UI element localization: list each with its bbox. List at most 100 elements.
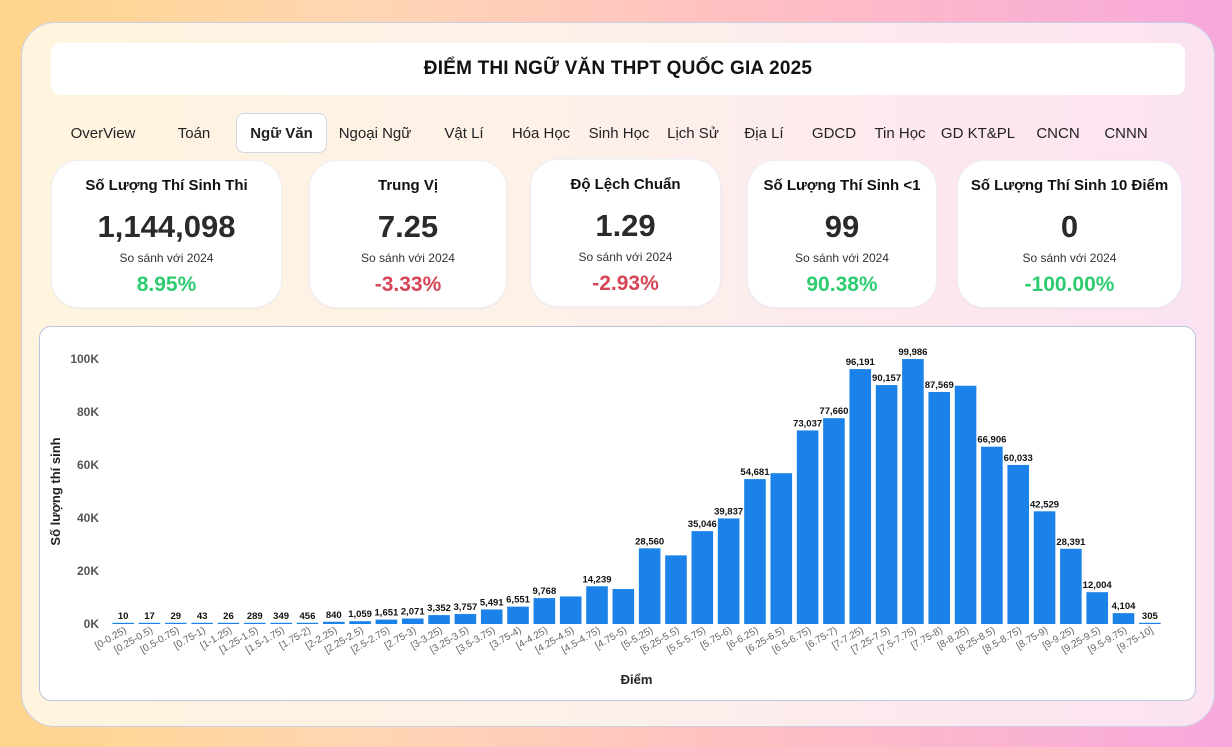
bar — [559, 596, 582, 624]
bar-data-label: 29 — [171, 611, 182, 622]
tab-toan[interactable]: Toán — [165, 113, 223, 153]
bar — [586, 586, 608, 624]
tab-cncn[interactable]: CNCN — [1030, 113, 1086, 153]
tab-ngu-van[interactable]: Ngữ Văn — [236, 113, 327, 153]
bar-data-label: 35,046 — [688, 519, 717, 530]
bar — [1007, 464, 1030, 624]
bar — [823, 418, 845, 624]
bar — [875, 385, 898, 624]
y-tick-label: 40K — [77, 511, 99, 525]
tab-dia-li[interactable]: Địa Lí — [732, 113, 796, 153]
bar — [454, 614, 477, 624]
kpi-card-below-one: Số Lượng Thí Sinh <1 99 So sánh với 2024… — [747, 160, 937, 308]
tab-ngoai-ngu[interactable]: Ngoại Ngữ — [335, 113, 415, 153]
bar — [112, 622, 134, 624]
tab-cnnn[interactable]: CNNN — [1097, 113, 1155, 153]
tab-lich-su[interactable]: Lịch Sử — [662, 113, 724, 153]
kpi-card-ten-points: Số Lượng Thí Sinh 10 Điểm 0 So sánh với … — [957, 160, 1182, 308]
tab-overview[interactable]: OverView — [62, 113, 144, 153]
kpi-compare-label: So sánh với 2024 — [578, 250, 673, 264]
tab-gdcd[interactable]: GDCD — [804, 113, 864, 153]
bar — [612, 589, 635, 624]
bar — [744, 479, 766, 624]
bar-data-label: 12,004 — [1083, 580, 1113, 591]
kpi-value: 0 — [1060, 209, 1079, 244]
bar-data-label: 96,191 — [846, 357, 876, 368]
bar-data-label: 87,569 — [925, 380, 954, 391]
bar — [401, 618, 424, 624]
y-tick-label: 60K — [77, 458, 99, 472]
bar-data-label: 90,157 — [872, 373, 901, 384]
bar — [1086, 592, 1108, 624]
bar — [665, 555, 687, 624]
tab-sinh-hoc[interactable]: Sinh Học — [584, 113, 654, 153]
bar-data-label: 77,660 — [819, 406, 848, 417]
kpi-delta: 8.95% — [136, 273, 197, 296]
kpi-value: 7.25 — [377, 209, 439, 244]
bar-data-label: 28,560 — [635, 536, 664, 547]
bar — [928, 391, 951, 624]
tab-gd-kt-pl[interactable]: GD KT&PL — [936, 113, 1020, 153]
bar-data-label: 43 — [197, 611, 208, 622]
kpi-title: Số Lượng Thí Sinh Thi — [85, 177, 248, 194]
bar-data-label: 305 — [1142, 611, 1159, 622]
score-distribution-chart: 0K20K40K60K80K100KSố lượng thí sinh10[0-… — [48, 347, 1161, 687]
bar-data-label: 1,651 — [375, 608, 399, 619]
bar — [849, 369, 872, 624]
y-tick-label: 20K — [77, 564, 99, 578]
tab-tin-hoc[interactable]: Tin Học — [870, 113, 930, 153]
bar-data-label: 289 — [247, 611, 263, 622]
bar — [717, 518, 740, 624]
bar — [981, 446, 1003, 624]
bar — [954, 385, 977, 624]
bar-data-label: 66,906 — [977, 435, 1006, 446]
bar-data-label: 28,391 — [1056, 537, 1086, 548]
bar-data-label: 5,491 — [480, 597, 504, 608]
subject-tabs: OverView Toán Ngữ Văn Ngoại Ngữ Vật Lí H… — [52, 113, 1192, 153]
bar-data-label: 840 — [326, 610, 342, 621]
bar-data-label: 4,104 — [1112, 601, 1136, 612]
score-distribution-card: 0K 20K 40K 60K 80K 100K Số lượng thí sinh 10 [0-… — [39, 326, 1196, 701]
bar-data-label: 73,037 — [793, 418, 822, 429]
bar-data-label: 6,551 — [506, 595, 530, 606]
bar — [296, 622, 319, 624]
y-tick-label: 80K — [77, 405, 99, 419]
bar — [165, 622, 187, 624]
bar-data-label: 3,352 — [427, 603, 451, 614]
kpi-compare-label: So sánh với 2024 — [119, 251, 214, 265]
x-axis-title: Điểm — [621, 672, 653, 687]
kpi-card-stddev: Độ Lệch Chuẩn 1.29 So sánh với 2024 -2.9… — [530, 159, 721, 307]
kpi-compare-label: So sánh với 2024 — [1022, 251, 1117, 265]
kpi-value: 1,144,098 — [97, 209, 236, 244]
kpi-title: Độ Lệch Chuẩn — [570, 176, 681, 193]
bar — [796, 430, 819, 624]
kpi-compare-label: So sánh với 2024 — [795, 251, 889, 265]
bar-data-label: 60,033 — [1004, 453, 1033, 464]
bar-data-label: 39,837 — [714, 506, 743, 517]
tab-vat-li[interactable]: Vật Lí — [432, 113, 496, 153]
kpi-delta: -3.33% — [374, 273, 442, 296]
bar-data-label: 14,239 — [582, 574, 611, 585]
bar — [507, 606, 529, 624]
y-tick-label: 0K — [84, 617, 100, 631]
bar — [217, 622, 240, 624]
bar — [480, 609, 503, 624]
tab-hoa-hoc[interactable]: Hóa Học — [507, 113, 575, 153]
bar-data-label: 26 — [223, 611, 234, 622]
bar — [428, 615, 450, 624]
bar-data-label: 456 — [300, 611, 316, 622]
bar — [533, 598, 556, 624]
kpi-delta: -2.93% — [592, 272, 659, 295]
kpi-title: Số Lượng Thí Sinh <1 — [763, 177, 921, 194]
bar-data-label: 42,529 — [1030, 499, 1059, 510]
bar-data-label: 349 — [273, 611, 289, 622]
bar — [902, 359, 924, 624]
kpi-delta: -100.00% — [1024, 273, 1115, 296]
kpi-delta: 90.38% — [806, 273, 878, 296]
kpi-title: Số Lượng Thí Sinh 10 Điểm — [970, 177, 1169, 194]
bar-data-label: 10 — [118, 611, 129, 622]
bar — [138, 622, 161, 624]
kpi-compare-label: So sánh với 2024 — [361, 251, 455, 265]
kpi-value: 99 — [824, 209, 860, 244]
kpi-card-total: Số Lượng Thí Sinh Thi 1,144,098 So sánh … — [51, 160, 282, 308]
